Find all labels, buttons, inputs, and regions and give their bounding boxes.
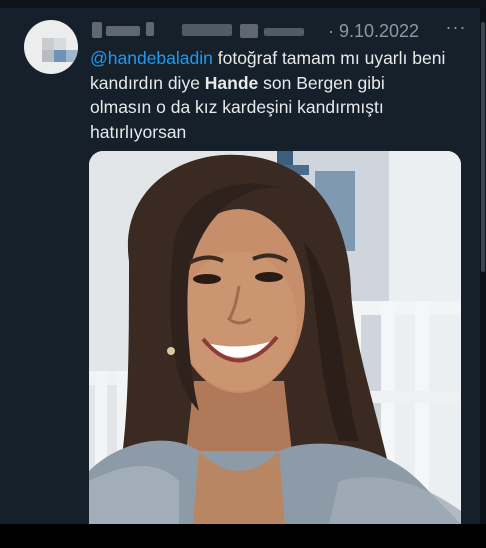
redacted-username[interactable] (90, 22, 320, 38)
more-horizontal-icon[interactable]: ··· (442, 16, 470, 40)
top-edge (0, 0, 486, 8)
user-avatar[interactable] (24, 20, 78, 74)
avatar-blur-block (54, 50, 66, 62)
tweet-date[interactable]: · 9.10.2022 (328, 20, 419, 42)
mention-link[interactable]: @handebaladin (90, 48, 213, 68)
avatar-blur-block (42, 38, 54, 50)
selfie-photo-illustration (89, 151, 461, 524)
tweet-header: · 9.10.2022 ··· (90, 17, 470, 42)
tweet-text: @handebaladin fotoğraf tamam mı uyarlı b… (90, 46, 450, 144)
tweet-text-bold: Hande (204, 72, 259, 93)
tweet-screen: · 9.10.2022 ··· @handebaladin fotoğraf t… (0, 0, 486, 548)
scrollbar-thumb[interactable] (481, 22, 485, 272)
avatar-blur-block (66, 50, 78, 62)
avatar-blur-block (42, 50, 54, 62)
tweet-photo[interactable] (89, 151, 461, 524)
bottom-edge (0, 524, 486, 548)
avatar-blur-block (54, 38, 66, 50)
scrollbar[interactable] (480, 8, 486, 524)
